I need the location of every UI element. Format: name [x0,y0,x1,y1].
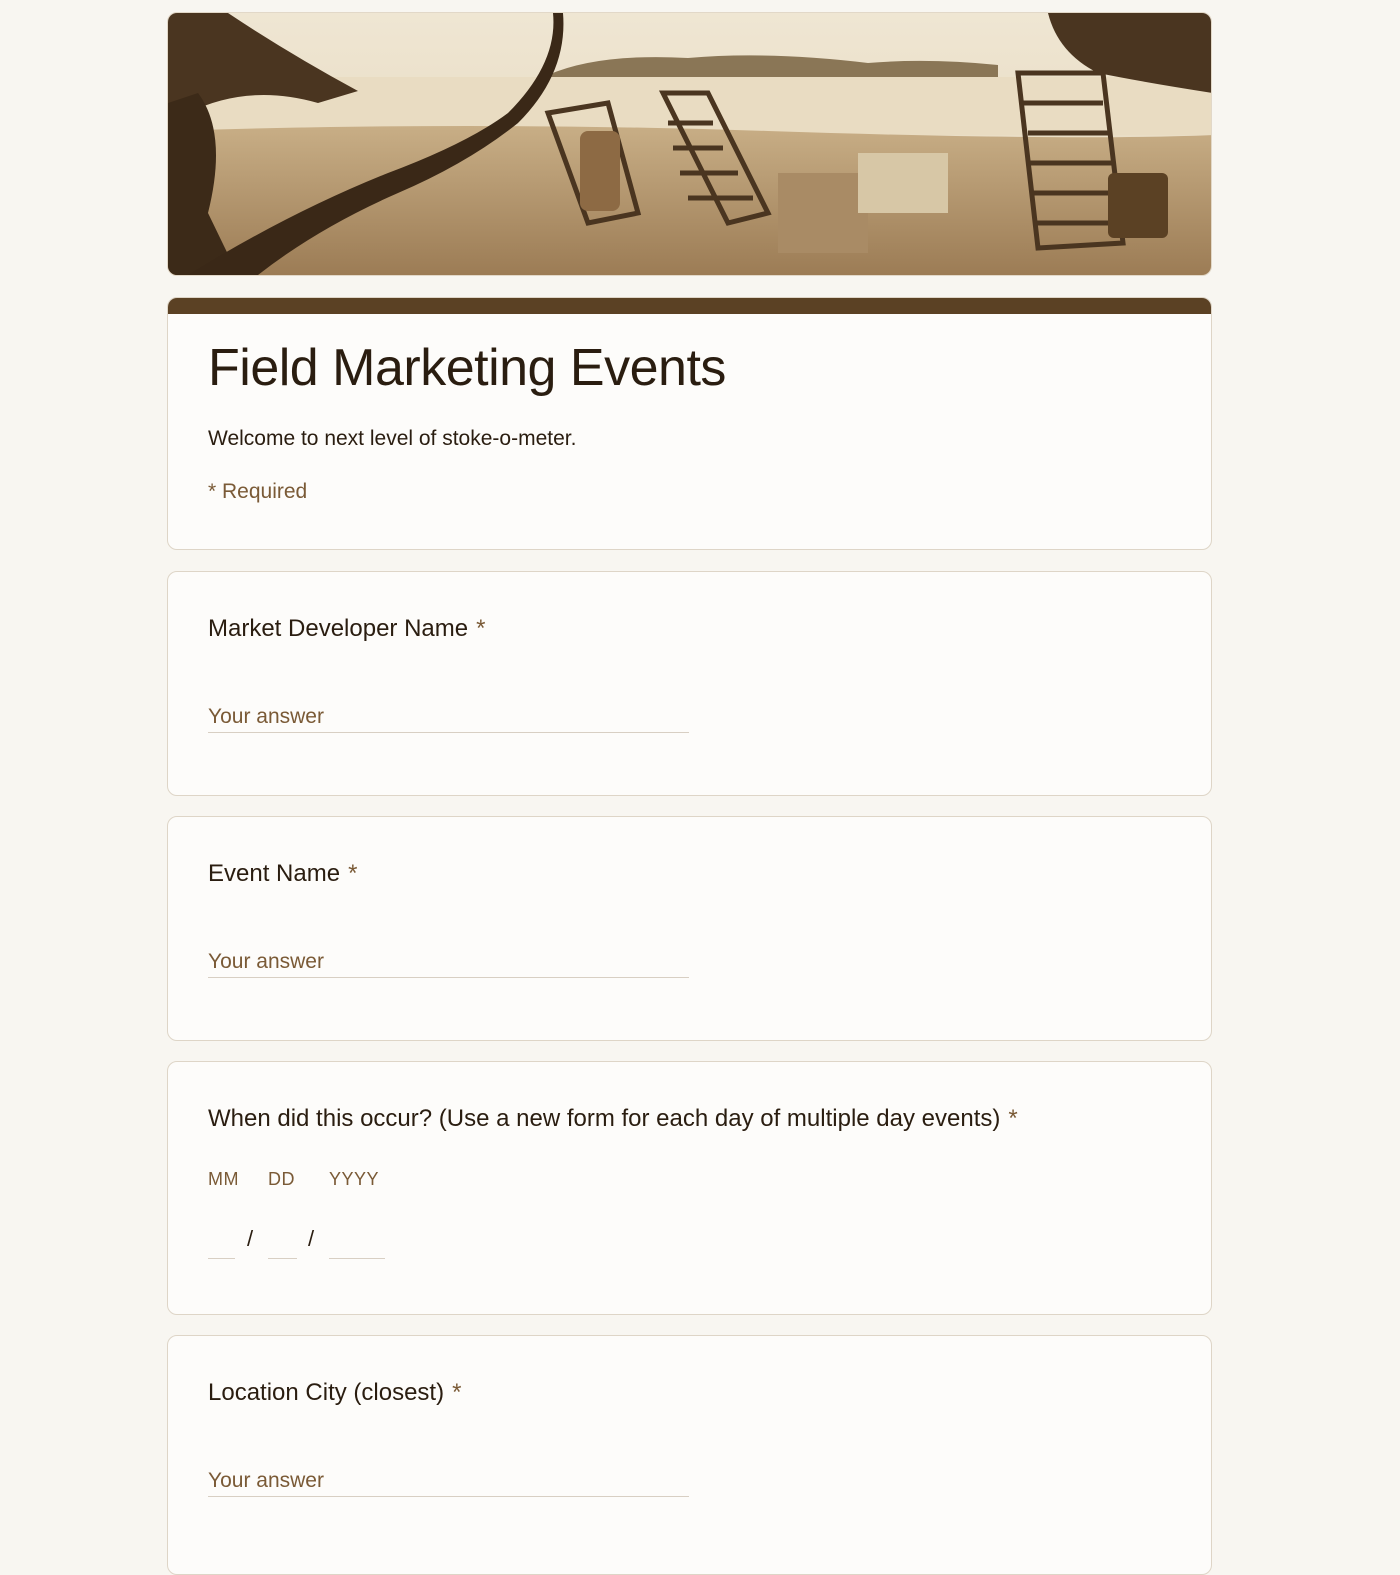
event-name-input[interactable] [208,947,689,978]
beach-scene-image [168,13,1211,275]
question-title: Event Name * [208,860,357,888]
question-label: Market Developer Name [208,615,469,642]
month-label: MM [208,1169,239,1189]
question-title: Market Developer Name * [208,615,485,643]
header-accent-bar [168,298,1211,314]
required-asterisk: * [1008,1105,1018,1132]
required-note: * Required [208,480,308,503]
required-asterisk: * [476,615,486,642]
market-developer-name-input[interactable] [208,702,689,733]
day-input[interactable] [268,1228,297,1259]
question-card-location-city: Location City (closest) * [167,1335,1212,1575]
question-label: When did this occur? (Use a new form for… [208,1105,1001,1132]
location-city-input[interactable] [208,1466,689,1497]
question-label: Event Name [208,860,341,887]
year-label: YYYY [329,1169,380,1189]
month-input[interactable] [208,1228,235,1259]
question-card-market-developer-name: Market Developer Name * [167,571,1212,796]
year-input[interactable] [329,1228,385,1259]
form-container: Field Marketing Events Welcome to next l… [167,12,1212,1575]
required-asterisk: * [348,860,358,887]
day-label: DD [268,1169,295,1189]
form-title: Field Marketing Events [208,339,726,397]
question-card-event-name: Event Name * [167,816,1212,1041]
header-banner-image [167,12,1212,276]
question-label: Location City (closest) [208,1379,445,1406]
date-separator: / [247,1226,254,1251]
form-header-card: Field Marketing Events Welcome to next l… [167,297,1212,550]
form-description: Welcome to next level of stoke-o-meter. [208,427,577,450]
question-title: Location City (closest) * [208,1379,461,1407]
required-asterisk: * [452,1379,462,1406]
question-title: When did this occur? (Use a new form for… [208,1105,1018,1133]
date-separator: / [308,1226,315,1251]
question-card-event-date: When did this occur? (Use a new form for… [167,1061,1212,1315]
